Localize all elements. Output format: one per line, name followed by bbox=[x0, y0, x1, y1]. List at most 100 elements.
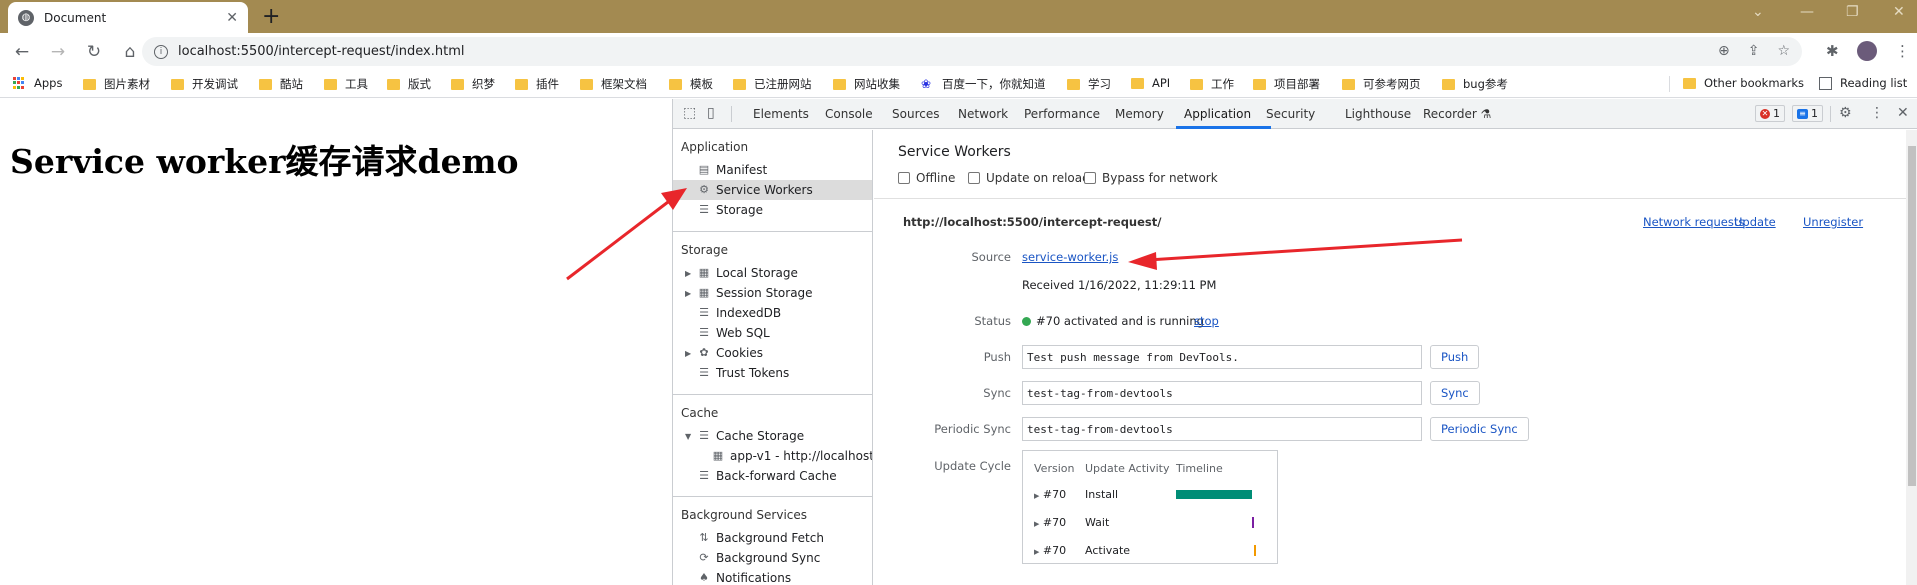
bookmark-folder[interactable]: 图片素材 bbox=[83, 76, 150, 92]
bookmark-folder[interactable]: 框架文档 bbox=[580, 76, 647, 92]
sidebar-item-indexeddb[interactable]: ☰ IndexedDB bbox=[697, 303, 781, 323]
bookmark-folder[interactable]: 工作 bbox=[1190, 76, 1234, 92]
inspect-element-icon[interactable]: ⬚ bbox=[683, 105, 696, 121]
cycle-row-version[interactable]: ▶ #70 bbox=[1034, 516, 1066, 529]
sidebar-item-local-storage[interactable]: ▶ ▦ Local Storage bbox=[685, 263, 798, 283]
checkbox-box[interactable] bbox=[1084, 172, 1096, 184]
bookmark-folder[interactable]: 工具 bbox=[324, 76, 368, 92]
tab-search-icon[interactable]: ⌄ bbox=[1752, 4, 1764, 20]
share-icon[interactable]: ⇪ bbox=[1748, 43, 1760, 59]
forward-icon[interactable]: → bbox=[44, 42, 72, 62]
checkbox-box[interactable] bbox=[968, 172, 980, 184]
sync-button[interactable]: Sync bbox=[1430, 381, 1480, 405]
expand-arrow-icon[interactable]: ▶ bbox=[685, 349, 697, 358]
periodic-sync-input[interactable]: test-tag-from-devtools bbox=[1022, 417, 1422, 441]
bookmark-folder[interactable]: 插件 bbox=[515, 76, 559, 92]
expand-arrow-icon[interactable]: ▶ bbox=[685, 269, 697, 278]
sidebar-item-cache-storage[interactable]: ▼ ☰ Cache Storage bbox=[685, 426, 804, 446]
expand-arrow-icon[interactable]: ▶ bbox=[1034, 548, 1039, 556]
reload-icon[interactable]: ↻ bbox=[80, 42, 108, 62]
cycle-row-version[interactable]: ▶ #70 bbox=[1034, 488, 1066, 501]
minimize-icon[interactable]: — bbox=[1800, 4, 1814, 20]
bookmark-folder[interactable]: API bbox=[1131, 76, 1170, 90]
bookmark-folder[interactable]: 织梦 bbox=[451, 76, 495, 92]
sidebar-item-notifications[interactable]: ♠ Notifications bbox=[697, 568, 791, 585]
tab-application[interactable]: Application bbox=[1184, 107, 1251, 121]
browser-tab[interactable]: ◍ Document ✕ bbox=[8, 2, 248, 33]
sidebar-item-storage[interactable]: ☰ Storage bbox=[673, 200, 872, 220]
error-count-badge[interactable]: ✕ 1 bbox=[1755, 105, 1785, 122]
bookmark-folder[interactable]: 酷站 bbox=[259, 76, 303, 92]
scrollbar-thumb[interactable] bbox=[1908, 146, 1916, 486]
sidebar-item-background-fetch[interactable]: ⇅ Background Fetch bbox=[697, 528, 824, 548]
reading-list[interactable]: Reading list bbox=[1819, 76, 1907, 90]
sidebar-item-manifest[interactable]: ▤ Manifest bbox=[673, 160, 872, 180]
close-window-icon[interactable]: ✕ bbox=[1893, 4, 1905, 20]
bookmark-folder[interactable]: 开发调试 bbox=[171, 76, 238, 92]
close-tab-icon[interactable]: ✕ bbox=[226, 10, 238, 26]
extensions-icon[interactable]: ✱ bbox=[1826, 42, 1839, 60]
bookmark-folder[interactable]: 网站收集 bbox=[833, 76, 900, 92]
tab-lighthouse[interactable]: Lighthouse bbox=[1345, 107, 1411, 121]
sidebar-item-cookies[interactable]: ▶ ✿ Cookies bbox=[685, 343, 763, 363]
bookmark-folder[interactable]: 版式 bbox=[387, 76, 431, 92]
bookmark-folder[interactable]: 项目部署 bbox=[1253, 76, 1320, 92]
sidebar-item-service-workers[interactable]: ⚙ Service Workers bbox=[673, 180, 872, 200]
close-devtools-icon[interactable]: ✕ bbox=[1897, 105, 1909, 121]
tab-elements[interactable]: Elements bbox=[753, 107, 809, 121]
tab-network[interactable]: Network bbox=[958, 107, 1008, 121]
sync-input[interactable]: test-tag-from-devtools bbox=[1022, 381, 1422, 405]
cycle-row-version[interactable]: ▶ #70 bbox=[1034, 544, 1066, 557]
tab-sources[interactable]: Sources bbox=[892, 107, 939, 121]
sidebar-item-background-sync[interactable]: ⟳ Background Sync bbox=[697, 548, 820, 568]
push-input[interactable]: Test push message from DevTools. bbox=[1022, 345, 1422, 369]
sidebar-item-session-storage[interactable]: ▶ ▦ Session Storage bbox=[685, 283, 813, 303]
tab-recorder[interactable]: Recorder ⚗ bbox=[1423, 107, 1491, 121]
periodic-sync-button[interactable]: Periodic Sync bbox=[1430, 417, 1529, 441]
bookmark-folder[interactable]: 可参考网页 bbox=[1342, 76, 1421, 92]
tab-security[interactable]: Security bbox=[1266, 107, 1315, 121]
sidebar-item-cache-entry[interactable]: ▦app-v1 - http://localhost:5500 bbox=[711, 446, 872, 466]
stop-link[interactable]: stop bbox=[1194, 314, 1219, 328]
bookmark-baidu[interactable]: ❀ 百度一下，你就知道 bbox=[921, 76, 1046, 92]
expand-arrow-icon[interactable]: ▶ bbox=[685, 289, 697, 298]
bookmark-folder[interactable]: 模板 bbox=[669, 76, 713, 92]
new-tab-button[interactable]: + bbox=[262, 4, 280, 29]
source-file-link[interactable]: service-worker.js bbox=[1022, 250, 1118, 264]
site-info-icon[interactable]: i bbox=[154, 44, 168, 59]
more-options-icon[interactable]: ⋮ bbox=[1870, 105, 1884, 121]
update-on-reload-checkbox[interactable]: Update on reload bbox=[968, 171, 1090, 185]
zoom-icon[interactable]: ⊕ bbox=[1718, 43, 1730, 59]
sidebar-item-trust-tokens[interactable]: ☰ Trust Tokens bbox=[697, 363, 789, 383]
pane-scrollbar[interactable] bbox=[1906, 130, 1917, 585]
checkbox-box[interactable] bbox=[898, 172, 910, 184]
profile-avatar[interactable] bbox=[1857, 41, 1877, 61]
address-bar[interactable]: i localhost:5500/intercept-request/index… bbox=[142, 37, 1802, 66]
bookmark-folder[interactable]: bug参考 bbox=[1442, 76, 1508, 92]
tab-console[interactable]: Console bbox=[825, 107, 873, 121]
restore-icon[interactable]: ❐ bbox=[1846, 4, 1859, 20]
bookmark-folder[interactable]: 已注册网站 bbox=[733, 76, 812, 92]
device-toolbar-icon[interactable]: ▯ bbox=[707, 105, 715, 121]
bookmark-folder[interactable]: 学习 bbox=[1067, 76, 1111, 92]
offline-checkbox[interactable]: Offline bbox=[898, 171, 955, 185]
other-bookmarks[interactable]: Other bookmarks bbox=[1683, 76, 1804, 90]
settings-gear-icon[interactable]: ⚙ bbox=[1839, 105, 1852, 121]
push-button[interactable]: Push bbox=[1430, 345, 1480, 369]
unregister-link[interactable]: Unregister bbox=[1803, 215, 1863, 229]
bookmark-star-icon[interactable]: ☆ bbox=[1777, 43, 1790, 59]
sidebar-item-web-sql[interactable]: ☰ Web SQL bbox=[697, 323, 770, 343]
expand-arrow-icon[interactable]: ▶ bbox=[1034, 520, 1039, 528]
sidebar-item-back-forward-cache[interactable]: ☰ Back-forward Cache bbox=[697, 466, 837, 486]
tab-performance[interactable]: Performance bbox=[1024, 107, 1100, 121]
message-count-badge[interactable]: ≡ 1 bbox=[1792, 105, 1823, 122]
chrome-menu-icon[interactable]: ⋮ bbox=[1895, 42, 1910, 60]
update-link[interactable]: Update bbox=[1734, 215, 1776, 229]
expand-arrow-icon[interactable]: ▶ bbox=[1034, 492, 1039, 500]
back-icon[interactable]: ← bbox=[8, 42, 36, 62]
bookmark-apps[interactable]: Apps bbox=[13, 76, 62, 90]
network-requests-link[interactable]: Network requests bbox=[1643, 215, 1744, 229]
tab-memory[interactable]: Memory bbox=[1115, 107, 1164, 121]
bypass-for-network-checkbox[interactable]: Bypass for network bbox=[1084, 171, 1218, 185]
home-icon[interactable]: ⌂ bbox=[116, 42, 144, 62]
